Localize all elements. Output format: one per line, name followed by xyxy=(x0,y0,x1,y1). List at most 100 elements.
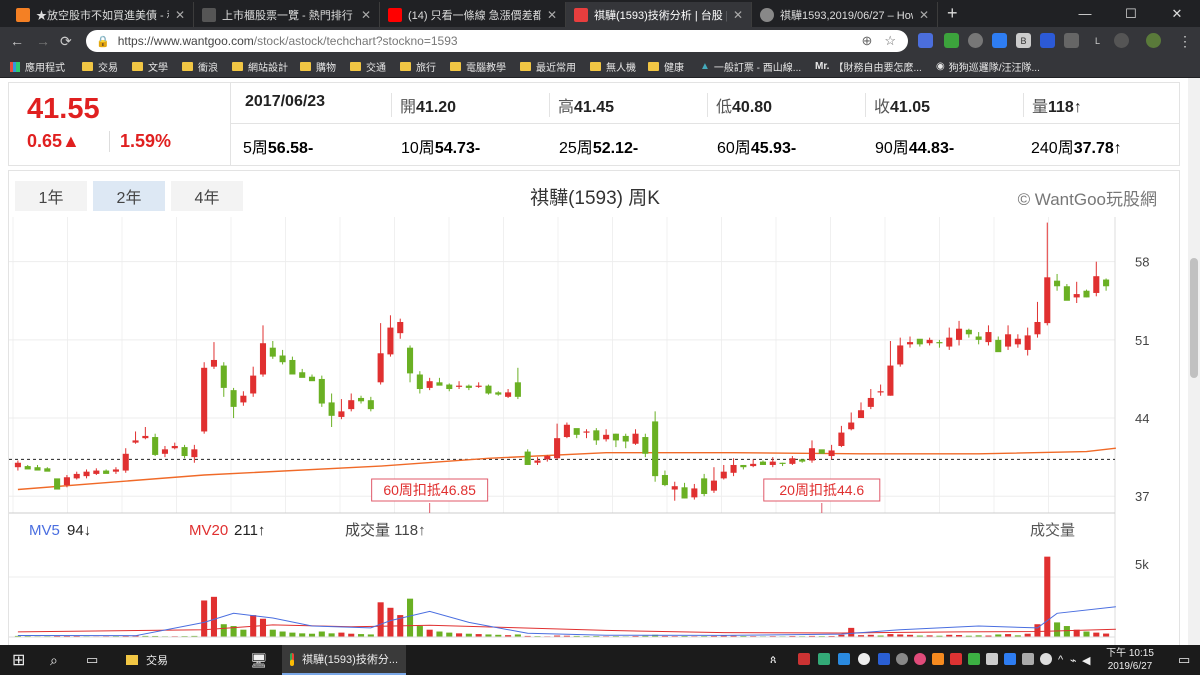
close-tab-icon[interactable]: ✕ xyxy=(919,8,929,22)
bookmark-folder[interactable]: 文學 xyxy=(132,59,168,74)
page-scrollbar[interactable] xyxy=(1188,78,1200,645)
bookmark-folder[interactable]: 最近常用 xyxy=(520,59,576,74)
extension-icon[interactable]: B xyxy=(1016,33,1031,48)
tray-icon[interactable] xyxy=(1040,653,1052,665)
candle-body xyxy=(554,438,561,459)
show-hidden-icons-icon[interactable]: ^ xyxy=(1058,645,1063,675)
candle-body xyxy=(161,449,168,454)
taskbar-app-chrome[interactable]: 祺驊(1593)技術分... xyxy=(282,645,406,675)
bookmark-folder[interactable]: 健康 xyxy=(648,59,684,74)
volume-bar xyxy=(220,624,227,637)
dropbox-icon[interactable] xyxy=(992,33,1007,48)
browser-tab[interactable]: ★放空股市不如買進美債 - 程式交易 ✕ xyxy=(8,2,194,27)
profile-avatar[interactable] xyxy=(1146,33,1161,48)
bookmark-folder[interactable]: 無人機 xyxy=(590,59,636,74)
close-tab-icon[interactable]: ✕ xyxy=(547,8,557,22)
candle-body xyxy=(867,397,874,407)
candle-body xyxy=(485,385,492,394)
task-view-icon[interactable]: ▭ xyxy=(86,645,98,675)
extension-icon[interactable] xyxy=(944,33,959,48)
forward-arrow-icon[interactable]: → xyxy=(36,33,50,49)
minimize-button[interactable]: — xyxy=(1062,0,1108,27)
taskbar-app-explorer[interactable]: 交易 xyxy=(118,645,246,675)
bookmark-folder[interactable]: 交易 xyxy=(82,59,118,74)
tray-icon[interactable] xyxy=(896,653,908,665)
browser-tab-active[interactable]: 祺驊(1593)技術分析 | 台股 | 玩股 ✕ xyxy=(566,2,752,27)
extension-icon[interactable] xyxy=(918,33,933,48)
maximize-button[interactable]: ☐ xyxy=(1108,0,1154,27)
candlestick-chart[interactable]: 37 44 51 58 60周扣抵46.85 20周扣抵44.6 MV5 94↓ MV20 211… xyxy=(9,217,1181,645)
tray-icon[interactable] xyxy=(986,653,998,665)
candle-body xyxy=(1054,280,1061,287)
tray-icon[interactable] xyxy=(798,653,810,665)
close-window-button[interactable]: ✕ xyxy=(1154,0,1200,27)
candle-body xyxy=(544,456,551,460)
new-tab-button[interactable]: + xyxy=(947,3,958,24)
network-icon[interactable]: ⌁ xyxy=(1070,645,1077,675)
url-text[interactable]: https://www.wantgoo.com/stock/astock/tec… xyxy=(118,34,862,48)
remote-desktop-icon[interactable]: 🖥 xyxy=(250,645,268,675)
folder-icon xyxy=(132,62,143,71)
extension-icon[interactable] xyxy=(1114,33,1129,48)
candle-body xyxy=(691,488,698,498)
menu-kebab-icon[interactable]: ⋮ xyxy=(1178,33,1192,50)
bookmark-link[interactable]: ◉ 狗狗巡邏隊/汪汪隊... xyxy=(936,59,1040,74)
tray-icon[interactable] xyxy=(838,653,850,665)
bookmark-folder[interactable]: 衝浪 xyxy=(182,59,218,74)
bluetooth-icon[interactable] xyxy=(878,653,890,665)
extension-icon[interactable]: L xyxy=(1090,33,1105,48)
extension-icon[interactable] xyxy=(968,33,983,48)
tray-icon[interactable] xyxy=(1022,653,1034,665)
candle-body xyxy=(985,332,992,343)
search-icon[interactable]: ⌕ xyxy=(50,645,58,675)
bookmark-folder[interactable]: 網站設計 xyxy=(232,59,288,74)
taskbar-clock[interactable]: 下午 10:15 2019/6/27 xyxy=(1094,647,1166,673)
bookmark-folder[interactable]: 購物 xyxy=(300,59,336,74)
browser-tab[interactable]: (14) 只看一條線 急漲價差都賺?! ✕ xyxy=(380,2,566,27)
scrollbar-thumb[interactable] xyxy=(1190,258,1198,378)
extension-icon[interactable] xyxy=(1064,33,1079,48)
bookmark-star-icon[interactable]: ☆ xyxy=(884,33,896,49)
tray-icon[interactable] xyxy=(950,653,962,665)
candle-body xyxy=(348,400,355,410)
candle-body xyxy=(514,382,521,397)
extension-icon[interactable] xyxy=(1040,33,1055,48)
zoom-icon[interactable]: ⊕ xyxy=(861,33,872,49)
notification-icon[interactable]: ▭ xyxy=(1178,645,1190,675)
bookmark-apps[interactable]: 應用程式 xyxy=(10,59,65,74)
candle-body xyxy=(799,459,806,462)
reload-icon[interactable]: ⟳ xyxy=(60,33,72,50)
bookmark-folder[interactable]: 電腦教學 xyxy=(450,59,506,74)
tray-icon[interactable] xyxy=(914,653,926,665)
tray-icon[interactable] xyxy=(818,653,830,665)
tray-icon[interactable] xyxy=(932,653,944,665)
back-arrow-icon[interactable]: ← xyxy=(10,33,24,49)
tray-icon[interactable] xyxy=(858,653,870,665)
windows-start-icon[interactable]: ⊞ xyxy=(12,645,25,675)
close-tab-icon[interactable]: ✕ xyxy=(361,8,371,22)
volume-bar xyxy=(436,631,443,637)
candle-body xyxy=(701,478,708,495)
bookmark-link[interactable]: Mr. 【財務自由要怎麼... xyxy=(815,59,922,74)
bookmark-folder[interactable]: 交通 xyxy=(350,59,386,74)
candle-body xyxy=(956,328,963,340)
address-bar[interactable]: 🔒 https://www.wantgoo.com/stock/astock/t… xyxy=(86,30,908,52)
candle-body xyxy=(583,431,590,433)
candle-body xyxy=(995,339,1002,353)
candle-body xyxy=(142,435,149,439)
close-tab-icon[interactable]: ✕ xyxy=(175,8,185,22)
dropbox-tray-icon[interactable] xyxy=(1004,653,1016,665)
bookmark-link[interactable]: ▲ 一般訂票 - 酉山線... xyxy=(700,59,801,74)
open-value: 開41.20 xyxy=(391,93,456,117)
ma-5-week: 5周56.58- xyxy=(243,140,314,157)
volume-icon[interactable]: ◀ xyxy=(1082,645,1090,675)
candle-body xyxy=(318,378,325,404)
browser-tab[interactable]: 上市櫃股票一覽 - 熱門排行 - 現金 ✕ xyxy=(194,2,380,27)
bookmark-folder[interactable]: 旅行 xyxy=(400,59,436,74)
people-icon[interactable]: ጰ xyxy=(770,645,777,675)
close-tab-icon[interactable]: ✕ xyxy=(733,8,743,22)
volume-bar xyxy=(407,598,414,637)
y-tick-label: 37 xyxy=(1135,489,1149,504)
tray-icon[interactable] xyxy=(968,653,980,665)
browser-tab[interactable]: 祺驊1593,2019/06/27 – Hower ✕ xyxy=(752,2,938,27)
